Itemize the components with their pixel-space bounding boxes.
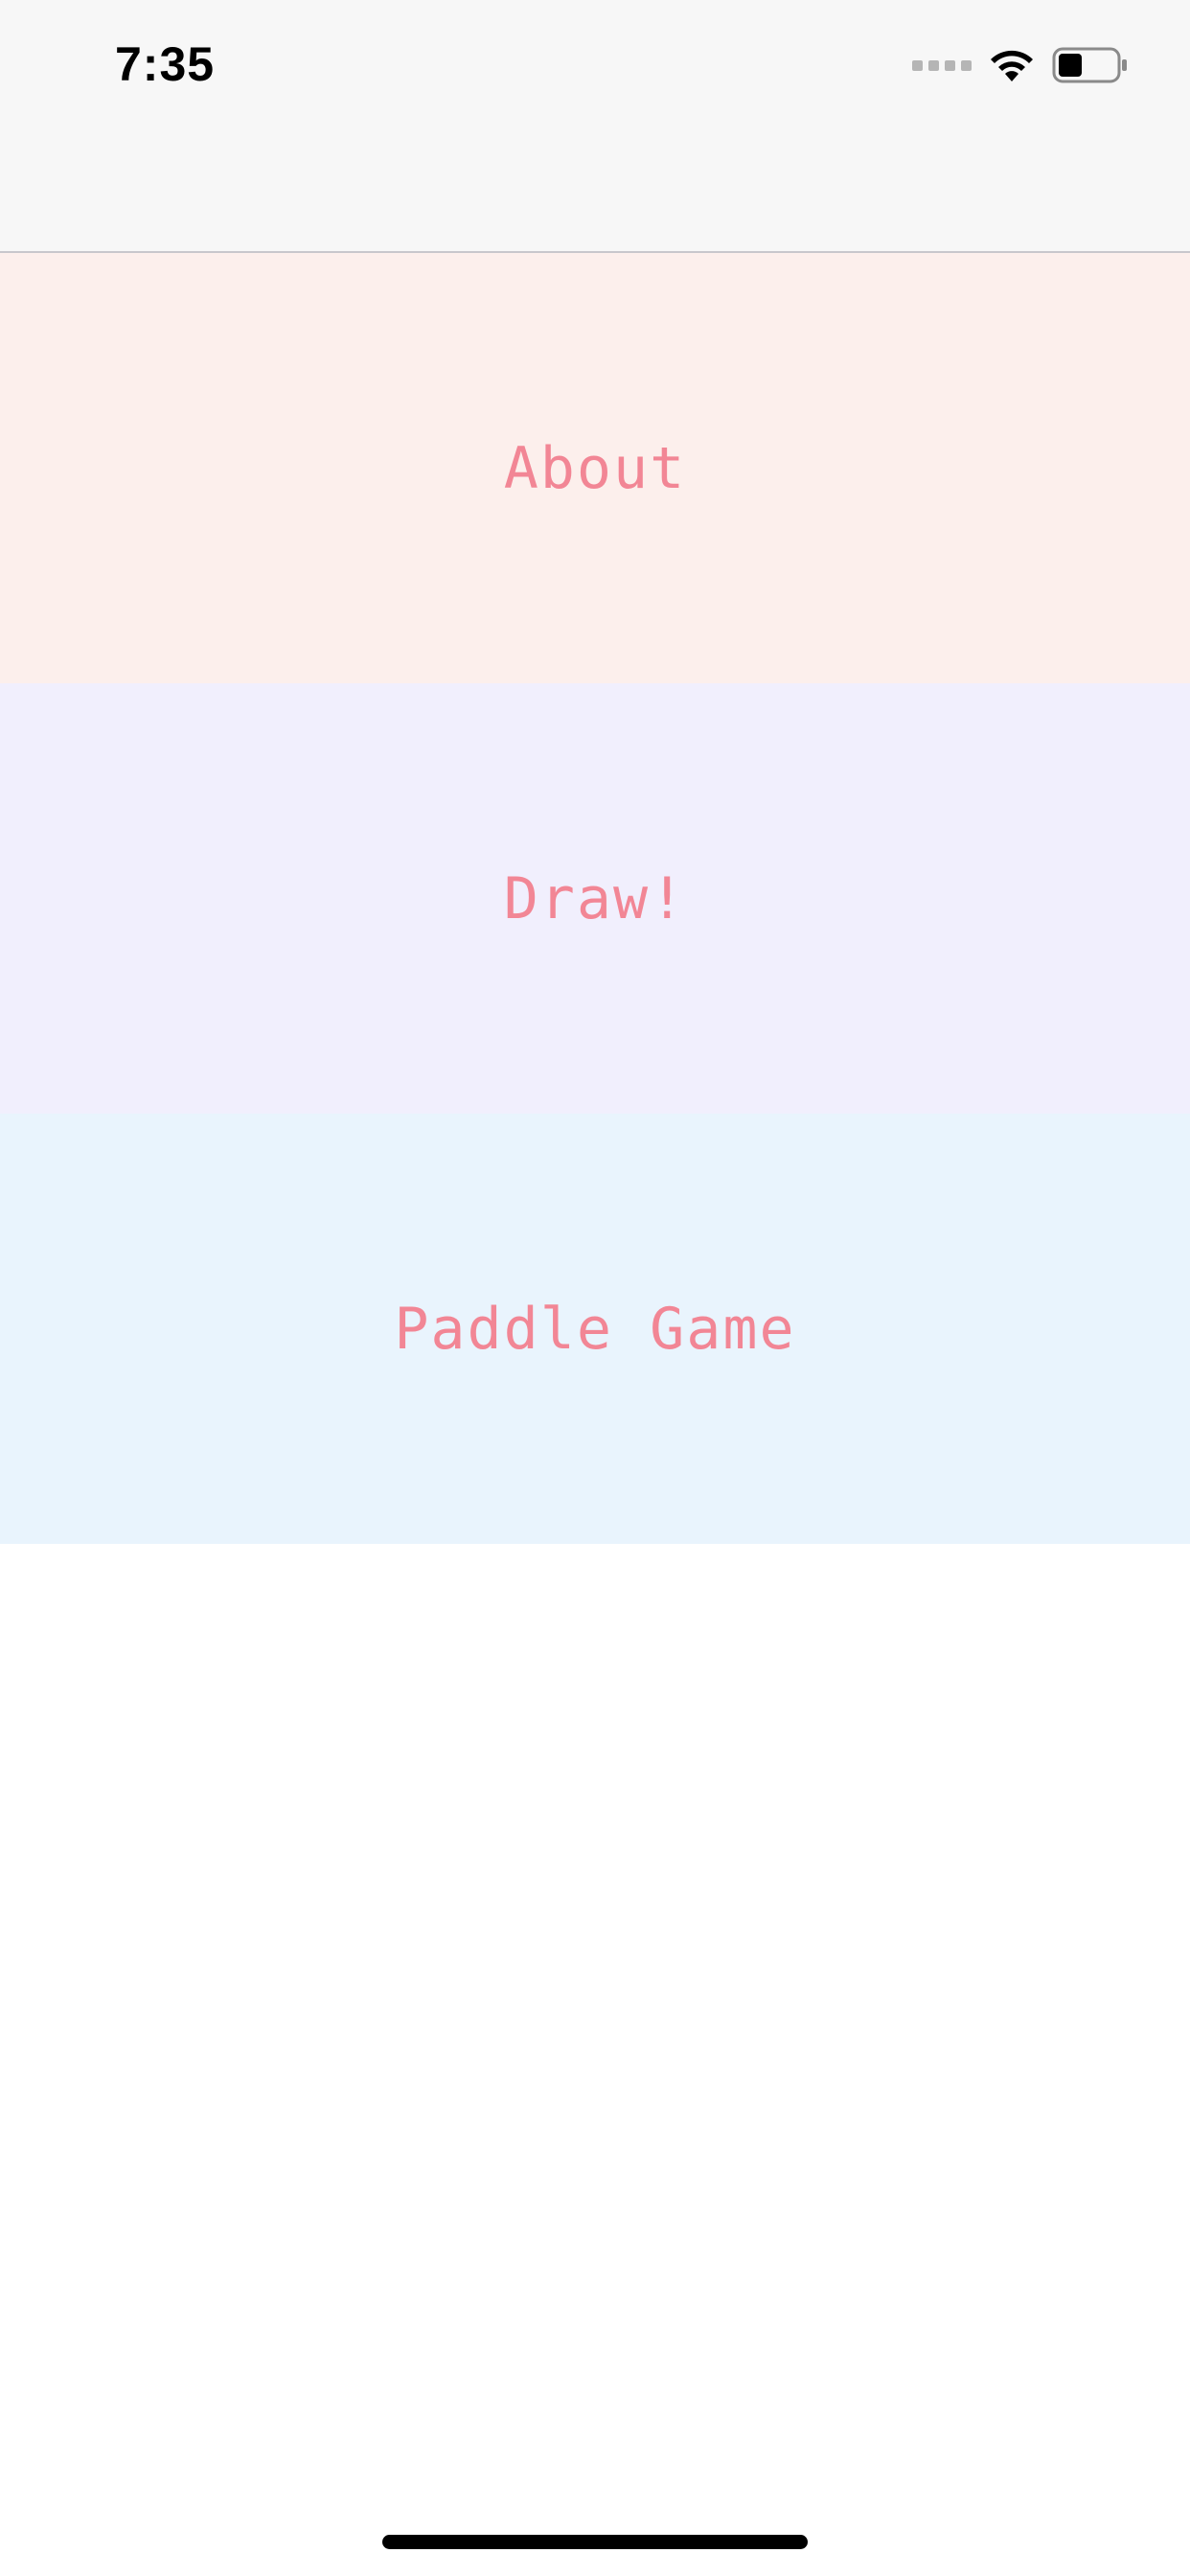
menu-list: About Draw! Paddle Game: [0, 253, 1190, 1544]
status-icons: [912, 42, 1129, 88]
menu-item-about[interactable]: About: [0, 253, 1190, 683]
menu-item-label: Paddle Game: [394, 1295, 796, 1363]
status-time: 7:35: [115, 37, 216, 91]
home-indicator[interactable]: [382, 2535, 808, 2549]
menu-item-paddle-game[interactable]: Paddle Game: [0, 1114, 1190, 1544]
menu-item-draw[interactable]: Draw!: [0, 683, 1190, 1114]
battery-icon: [1052, 47, 1129, 83]
navigation-bar: 7:35: [0, 0, 1190, 253]
menu-item-label: Draw!: [503, 864, 687, 932]
wifi-icon: [989, 47, 1035, 83]
cellular-signal-icon: [912, 59, 972, 71]
menu-item-label: About: [503, 434, 687, 502]
